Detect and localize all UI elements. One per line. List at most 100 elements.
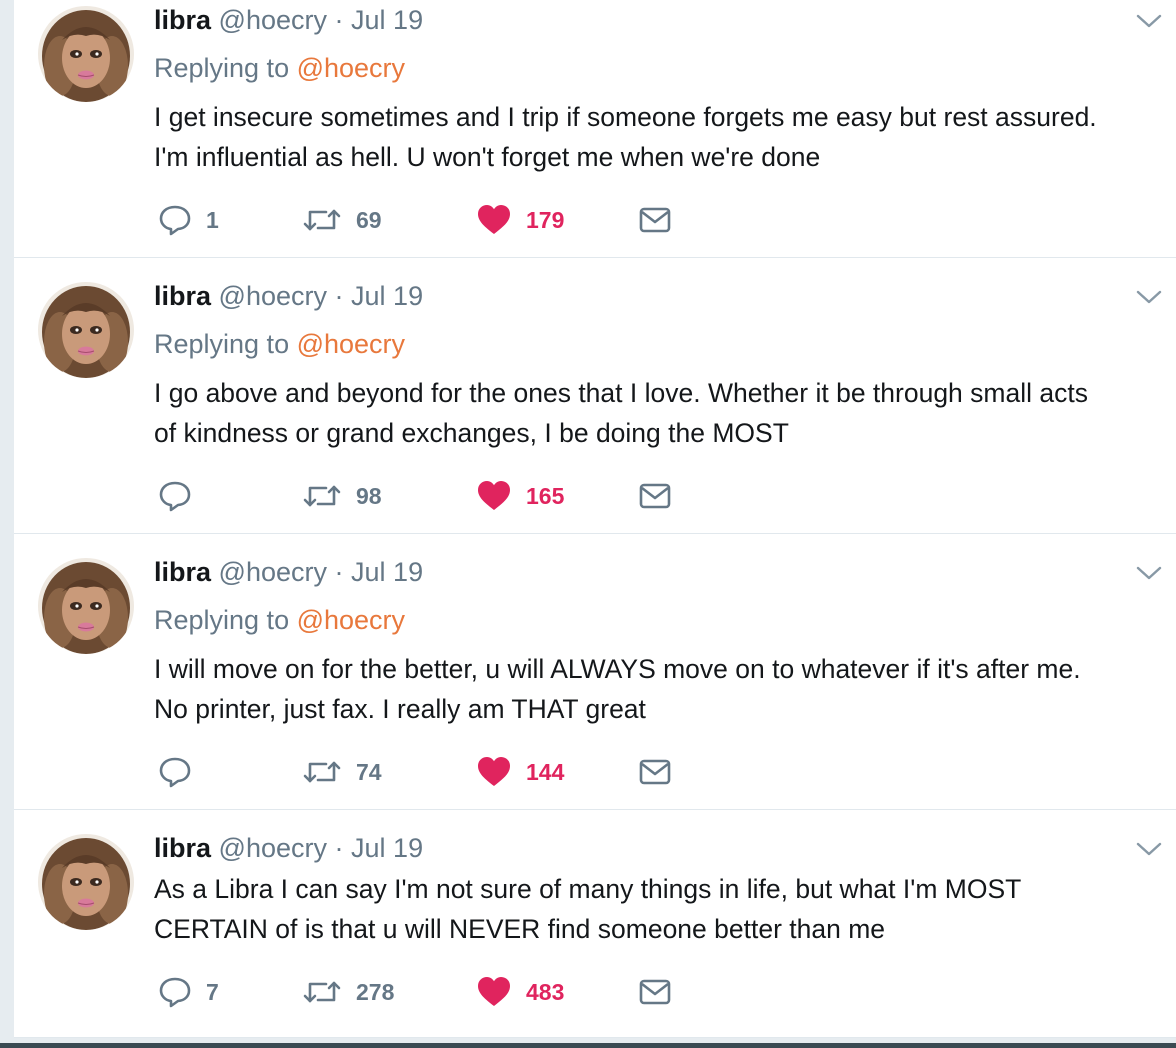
retweet-arrows-icon (302, 755, 342, 789)
retweet-arrows-icon (302, 479, 342, 513)
tweet[interactable]: libra @hoecry · Jul 19 Replying to @hoecr… (14, 258, 1176, 534)
separator-dot: · (334, 5, 344, 35)
replying-to-handle[interactable]: @hoecry (297, 329, 405, 359)
replying-to-label: Replying to (154, 329, 297, 359)
replying-to-handle[interactable]: @hoecry (297, 53, 405, 83)
speech-bubble-icon (158, 479, 192, 513)
tweet-timeline: libra @hoecry · Jul 19 Replying to @hoecr… (14, 0, 1176, 1038)
direct-message-button[interactable] (638, 972, 672, 1012)
like-count: 483 (526, 979, 565, 1005)
tweet-text: As a Libra I can say I'm not sure of man… (154, 869, 1164, 949)
tweet-text-line: of kindness or grand exchanges, I be doi… (154, 418, 789, 448)
like-button[interactable]: 483 (476, 972, 564, 1012)
direct-message-button[interactable] (638, 476, 672, 516)
tweet-text-line: No printer, just fax. I really am THAT g… (154, 694, 646, 724)
replying-to-label: Replying to (154, 53, 297, 83)
retweet-count: 278 (356, 979, 395, 1005)
like-count: 179 (526, 207, 565, 233)
tweet-actions: 74 144 (154, 752, 714, 792)
retweet-count: 69 (356, 207, 382, 233)
retweet-arrows-icon (302, 975, 342, 1009)
tweet-text-line: I go above and beyond for the ones that … (154, 378, 1088, 408)
speech-bubble-icon (158, 755, 192, 789)
user-name[interactable]: libra (154, 833, 211, 863)
tweet-actions: 1 69 179 (154, 200, 714, 240)
reply-button[interactable]: 1 (158, 200, 219, 240)
tweet-date[interactable]: Jul 19 (351, 5, 423, 35)
speech-bubble-icon (158, 203, 192, 237)
separator-dot: · (334, 281, 344, 311)
retweet-arrows-icon (302, 203, 342, 237)
tweet-text-line: CERTAIN of is that u will NEVER find som… (154, 914, 886, 944)
tweet-text: I will move on for the better, u will AL… (154, 649, 1164, 729)
reply-button[interactable]: 7 (158, 972, 219, 1012)
envelope-icon (638, 203, 672, 237)
chevron-down-icon[interactable] (1134, 6, 1164, 36)
like-count: 165 (526, 483, 565, 509)
user-handle[interactable]: @hoecry (219, 557, 327, 587)
retweet-button[interactable]: 74 (302, 752, 382, 792)
tweet-header: libra @hoecry · Jul 19 (154, 831, 423, 865)
separator-dot: · (334, 833, 344, 863)
reply-count: 7 (206, 979, 219, 1005)
replying-to: Replying to @hoecry (154, 51, 405, 85)
retweet-count: 74 (356, 759, 382, 785)
reply-button[interactable] (158, 476, 206, 516)
user-name[interactable]: libra (154, 281, 211, 311)
tweet-header: libra @hoecry · Jul 19 (154, 279, 423, 313)
retweet-button[interactable]: 98 (302, 476, 382, 516)
user-handle[interactable]: @hoecry (219, 5, 327, 35)
direct-message-button[interactable] (638, 200, 672, 240)
replying-to: Replying to @hoecry (154, 327, 405, 361)
like-button[interactable]: 165 (476, 476, 564, 516)
like-button[interactable]: 179 (476, 200, 564, 240)
tweet-actions: 7 278 483 (154, 972, 714, 1012)
window-bottom-edge (0, 1038, 1176, 1048)
envelope-icon (638, 479, 672, 513)
tweet[interactable]: libra @hoecry · Jul 19 Replying to @hoecr… (14, 534, 1176, 810)
avatar[interactable] (38, 282, 134, 378)
user-name[interactable]: libra (154, 557, 211, 587)
avatar[interactable] (38, 6, 134, 102)
replying-to-label: Replying to (154, 605, 297, 635)
user-name[interactable]: libra (154, 5, 211, 35)
tweet-text: I get insecure sometimes and I trip if s… (154, 97, 1164, 177)
tweet-text-line: As a Libra I can say I'm not sure of man… (154, 874, 1022, 904)
tweet-header: libra @hoecry · Jul 19 (154, 3, 423, 37)
separator-dot: · (334, 557, 344, 587)
tweet-date[interactable]: Jul 19 (351, 281, 423, 311)
taskbar-strip (0, 1043, 1176, 1048)
tweet-text-line: I'm influential as hell. U won't forget … (154, 142, 821, 172)
avatar[interactable] (38, 558, 134, 654)
tweet-text-line: I will move on for the better, u will AL… (154, 654, 1081, 684)
heart-icon (476, 203, 512, 237)
reply-count: 1 (206, 207, 219, 233)
heart-icon (476, 975, 512, 1009)
tweet[interactable]: libra @hoecry · Jul 19 Replying to @hoecr… (14, 0, 1176, 258)
replying-to: Replying to @hoecry (154, 603, 405, 637)
reply-button[interactable] (158, 752, 206, 792)
tweet-text: I go above and beyond for the ones that … (154, 373, 1164, 453)
retweet-count: 98 (356, 483, 382, 509)
direct-message-button[interactable] (638, 752, 672, 792)
user-handle[interactable]: @hoecry (219, 833, 327, 863)
envelope-icon (638, 755, 672, 789)
chevron-down-icon[interactable] (1134, 282, 1164, 312)
like-button[interactable]: 144 (476, 752, 564, 792)
user-handle[interactable]: @hoecry (219, 281, 327, 311)
like-count: 144 (526, 759, 565, 785)
tweet-date[interactable]: Jul 19 (351, 833, 423, 863)
avatar[interactable] (38, 834, 134, 930)
replying-to-handle[interactable]: @hoecry (297, 605, 405, 635)
envelope-icon (638, 975, 672, 1009)
heart-icon (476, 755, 512, 789)
retweet-button[interactable]: 278 (302, 972, 394, 1012)
retweet-button[interactable]: 69 (302, 200, 382, 240)
tweet-date[interactable]: Jul 19 (351, 557, 423, 587)
tweet-text-line: I get insecure sometimes and I trip if s… (154, 102, 1097, 132)
chevron-down-icon[interactable] (1134, 558, 1164, 588)
tweet-header: libra @hoecry · Jul 19 (154, 555, 423, 589)
tweet[interactable]: libra @hoecry · Jul 19 As a Libra I can s… (14, 810, 1176, 1038)
tweet-actions: 98 165 (154, 476, 714, 516)
chevron-down-icon[interactable] (1134, 834, 1164, 864)
